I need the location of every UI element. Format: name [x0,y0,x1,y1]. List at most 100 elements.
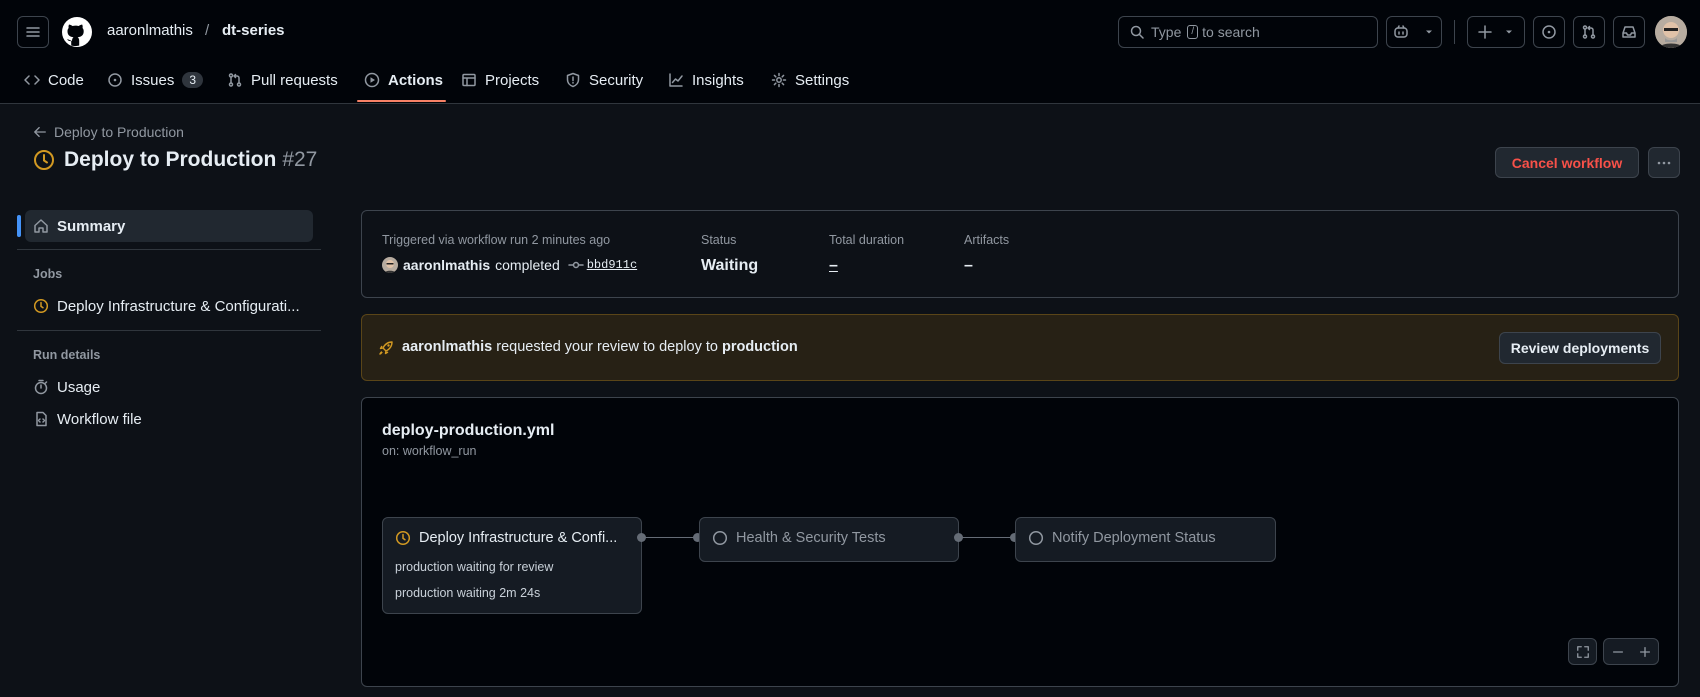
copilot-icon [1394,25,1408,38]
run-summary-panel: Triggered via workflow run 2 minutes ago… [361,210,1679,298]
workflow-trigger: on: workflow_run [382,444,477,458]
job-node-deploy[interactable]: Deploy Infrastructure & Confi... product… [382,517,642,614]
tab-issues[interactable]: Issues 3 [107,62,204,98]
search-icon [1130,25,1144,39]
tab-settings-label: Settings [795,71,850,89]
issues-shortcut-button[interactable] [1533,16,1565,48]
more-options-button[interactable] [1648,147,1680,178]
artifacts-label: Artifacts [964,233,1010,247]
zoom-out-icon[interactable] [1611,645,1625,659]
job-node-title: Health & Security Tests [712,530,886,546]
job-note: production waiting for review [395,560,554,574]
job-node-health-tests[interactable]: Health & Security Tests [699,517,959,562]
sidebar-item-job[interactable]: Deploy Infrastructure & Configurati... [25,290,313,322]
active-tab-underline [357,100,446,102]
sidebar-item-label: Deploy Infrastructure & Configurati... [57,297,300,315]
review-message: aaronlmathis requested your review to de… [402,339,798,355]
tab-projects[interactable]: Projects [461,62,539,98]
job-node-notify[interactable]: Notify Deployment Status [1015,517,1276,562]
fullscreen-button[interactable] [1568,638,1597,665]
review-environment: production [721,339,798,355]
review-request-banner: aaronlmathis requested your review to de… [361,314,1679,381]
sidebar-item-workflow-file[interactable]: Workflow file [25,403,313,435]
tab-insights-label: Insights [692,71,744,89]
create-new-button[interactable] [1467,16,1525,48]
review-actor[interactable]: aaronlmathis [402,339,492,355]
search-shortcut-key: / [1187,25,1199,39]
zoom-in-icon[interactable] [1638,645,1652,659]
sidebar-item-summary[interactable]: Summary [25,210,313,242]
run-details-heading: Run details [33,348,101,362]
issue-icon [108,73,122,87]
tab-actions[interactable]: Actions [364,62,443,98]
sidebar-item-usage[interactable]: Usage [25,371,313,403]
page-title: Deploy to Production #27 [33,148,317,172]
queued-circle-icon [1028,530,1044,546]
search-input[interactable]: Type / to search [1118,16,1378,48]
issues-count-badge: 3 [182,72,204,88]
inbox-button[interactable] [1613,16,1645,48]
sidebar-item-label: Usage [57,378,101,396]
commit-link[interactable]: bbd911c [587,258,637,272]
chevron-down-icon [1426,30,1432,34]
jobs-heading: Jobs [33,267,63,281]
avatar-image [384,260,396,273]
tab-pull-requests-label: Pull requests [251,71,338,89]
trigger-action: completed [495,257,560,273]
sidebar-divider [17,330,321,331]
zoom-controls [1603,638,1659,665]
tab-settings[interactable]: Settings [771,62,849,98]
actor-link[interactable]: aaronlmathis [403,257,490,273]
github-logo[interactable] [61,16,93,48]
sidebar-divider [17,249,321,250]
search-placeholder-suffix: to search [1202,24,1260,40]
pull-request-icon [228,73,242,87]
clock-icon [33,298,49,314]
tab-code-label: Code [48,71,84,89]
hamburger-menu-button[interactable] [17,16,49,48]
tab-issues-label: Issues [131,71,175,89]
github-logo-icon [62,17,92,47]
connector-line [962,537,1012,538]
tab-code[interactable]: Code [24,62,84,98]
pull-requests-shortcut-button[interactable] [1573,16,1605,48]
tab-insights[interactable]: Insights [668,62,744,98]
rocket-icon [379,341,393,355]
breadcrumb-repo[interactable]: dt-series [222,22,285,39]
job-node-title: Notify Deployment Status [1028,530,1216,546]
pull-request-icon [1582,25,1596,39]
job-name: Health & Security Tests [736,530,886,546]
tab-security[interactable]: Security [565,62,643,98]
search-placeholder: Type [1151,24,1182,40]
trigger-detail: aaronlmathis completed bbd911c [382,257,637,273]
sidebar-item-label: Summary [57,217,126,235]
workflow-filename[interactable]: deploy-production.yml [382,422,554,440]
status-value: Waiting [701,257,759,274]
commit-icon [567,261,584,269]
code-icon [24,75,40,85]
tab-actions-label: Actions [388,71,444,89]
sidebar-item-label: Workflow file [57,410,142,428]
gear-icon [771,72,787,88]
duration-value: – [829,257,838,274]
kebab-horizontal-icon [1657,161,1671,164]
artifacts-value: – [964,257,973,274]
file-code-icon [36,411,47,427]
breadcrumb-owner[interactable]: aaronlmathis [107,22,193,39]
back-link-label: Deploy to Production [54,124,184,140]
user-avatar[interactable] [1655,16,1687,48]
home-icon [34,219,48,233]
avatar-image [1655,16,1687,48]
tab-pull-requests[interactable]: Pull requests [227,62,338,98]
breadcrumb-separator: / [205,22,210,39]
cancel-workflow-button[interactable]: Cancel workflow [1495,147,1639,178]
actor-avatar [382,257,398,273]
fullscreen-icon [1576,645,1589,658]
review-deployments-button[interactable]: Review deployments [1499,332,1661,364]
tab-security-label: Security [589,71,644,89]
copilot-button[interactable] [1386,16,1442,48]
play-icon [364,72,380,88]
back-link[interactable]: Deploy to Production [33,124,184,140]
job-note: production waiting 2m 24s [395,586,541,600]
review-text: requested your review to deploy to [496,339,718,355]
